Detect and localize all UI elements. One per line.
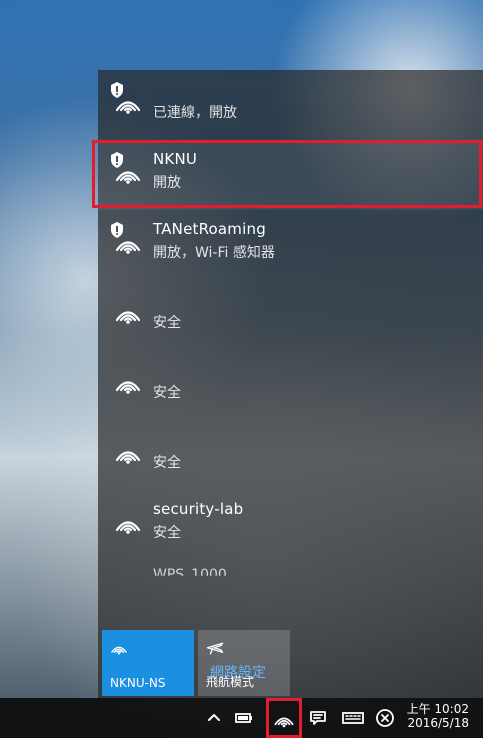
- network-item[interactable]: 安全: [98, 280, 483, 350]
- battery-icon[interactable]: [233, 707, 255, 729]
- network-name: TANetRoaming: [153, 220, 266, 238]
- wifi-icon: [114, 298, 142, 326]
- network-status: 安全: [153, 385, 181, 401]
- clock-date: 2016/5/18: [407, 716, 469, 730]
- wifi-icon: [114, 368, 142, 396]
- show-hidden-icons-icon[interactable]: [203, 707, 225, 729]
- wifi-icon: [114, 438, 142, 466]
- network-item[interactable]: 安全: [98, 350, 483, 420]
- network-status: 開放，Wi-Fi 感知器: [153, 245, 275, 261]
- keyboard-icon[interactable]: [340, 707, 366, 729]
- wifi-icon: [114, 508, 142, 536]
- action-center-icon[interactable]: [307, 707, 329, 729]
- quick-action-wifi-tile[interactable]: NKNU-NS: [102, 630, 194, 696]
- network-status: 安全: [153, 315, 181, 331]
- network-item-partial-text: WPS_1000: [153, 567, 227, 583]
- network-item[interactable]: TANetRoaming 開放，Wi-Fi 感知器: [98, 210, 483, 280]
- wifi-icon: [114, 228, 142, 256]
- quick-action-label: NKNU-NS: [110, 676, 166, 690]
- quick-action-airplane-tile[interactable]: 飛航模式: [198, 630, 290, 696]
- network-item[interactable]: 已連線，開放: [98, 70, 483, 140]
- quick-action-label: 飛航模式: [206, 675, 255, 689]
- taskbar-network-highlight: [266, 698, 302, 738]
- taskbar: 上午 10:02 2016/5/18: [0, 698, 483, 738]
- network-status: 已連線，開放: [153, 105, 237, 121]
- close-icon[interactable]: [374, 707, 396, 729]
- clock-time: 上午 10:02: [406, 702, 469, 716]
- network-item[interactable]: 安全: [98, 420, 483, 490]
- selected-network-highlight: [92, 140, 482, 208]
- network-item[interactable]: security-lab 安全: [98, 490, 483, 560]
- wifi-icon: [110, 638, 128, 656]
- network-name: security-lab: [153, 500, 244, 518]
- airplane-icon: [206, 638, 224, 656]
- wifi-icon: [114, 88, 142, 116]
- network-status: 安全: [153, 525, 181, 541]
- clock[interactable]: 上午 10:02 2016/5/18: [407, 702, 469, 730]
- network-status: 安全: [153, 455, 181, 471]
